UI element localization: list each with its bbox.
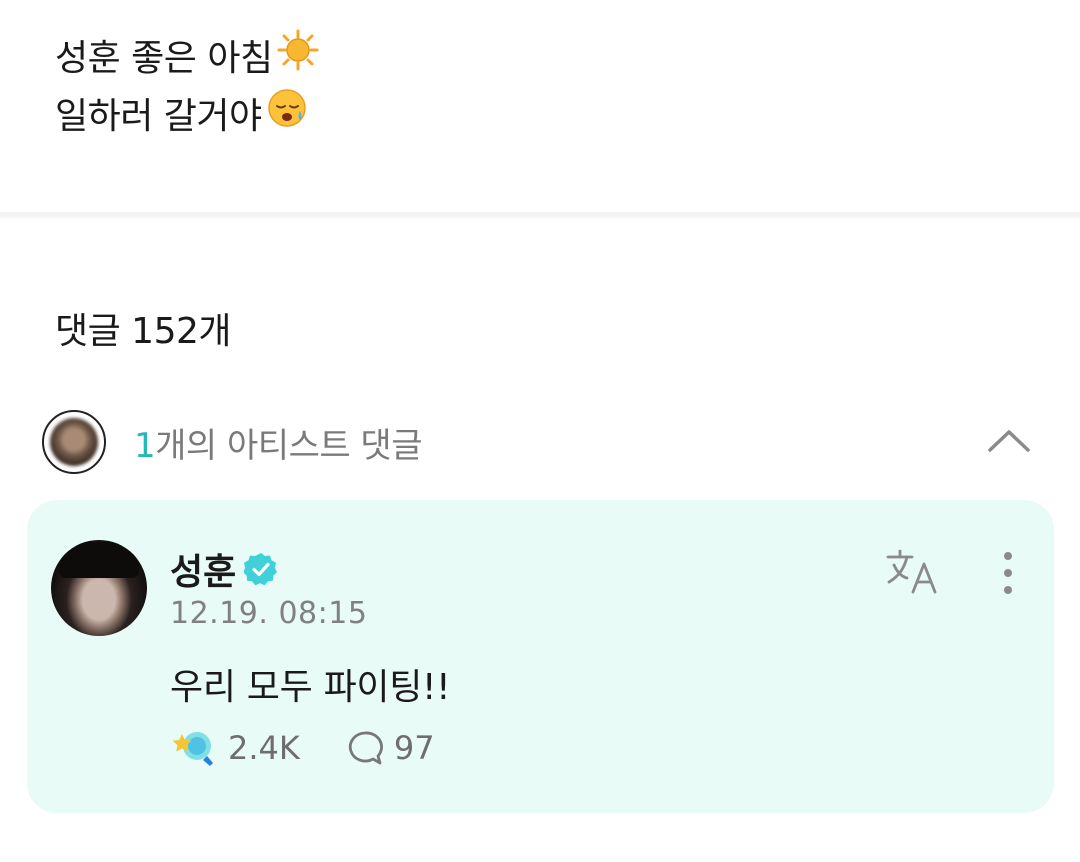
post-body: 성훈 좋은 아침 일하러 갈거야 xyxy=(55,29,319,146)
artist-comment-card: 성훈 12.19. 08:15 우리 모두 파이팅!! 2.4K 97 xyxy=(27,500,1054,813)
artist-comments-text: 개의 아티스트 댓글 xyxy=(155,425,422,466)
artist-comments-count: 1 xyxy=(134,425,156,466)
like-star-icon[interactable] xyxy=(170,726,216,770)
sleepy-face-emoji-icon xyxy=(266,87,308,147)
reply-count: 97 xyxy=(393,729,435,767)
post-line-2: 일하러 갈거야 xyxy=(55,88,319,146)
reply-bubble-icon[interactable] xyxy=(346,729,384,767)
artist-comments-toggle[interactable]: 1개의 아티스트 댓글 xyxy=(42,408,1042,476)
commenter-name-text: 성훈 xyxy=(170,552,237,593)
post-line-1-text: 성훈 좋은 아침 xyxy=(55,38,273,79)
comment-reactions: 2.4K 97 xyxy=(170,726,435,770)
verified-badge-icon xyxy=(244,553,278,586)
post-line-1: 성훈 좋은 아침 xyxy=(55,29,319,89)
commenter-avatar[interactable] xyxy=(51,540,147,636)
post-line-2-text: 일하러 갈거야 xyxy=(55,96,262,137)
translate-icon[interactable] xyxy=(885,548,941,596)
more-options-icon[interactable] xyxy=(993,550,1023,596)
section-divider xyxy=(0,212,1080,218)
sun-emoji-icon xyxy=(277,29,319,89)
artist-avatar-small xyxy=(42,410,106,474)
commenter-name[interactable]: 성훈 xyxy=(170,543,278,595)
comment-timestamp: 12.19. 08:15 xyxy=(170,596,368,631)
comments-count-heading: 댓글 152개 xyxy=(55,311,232,352)
like-count: 2.4K xyxy=(228,729,300,767)
artist-comments-label: 1개의 아티스트 댓글 xyxy=(134,418,422,467)
comment-text: 우리 모두 파이팅!! xyxy=(170,667,451,708)
chevron-up-icon[interactable] xyxy=(984,422,1034,462)
